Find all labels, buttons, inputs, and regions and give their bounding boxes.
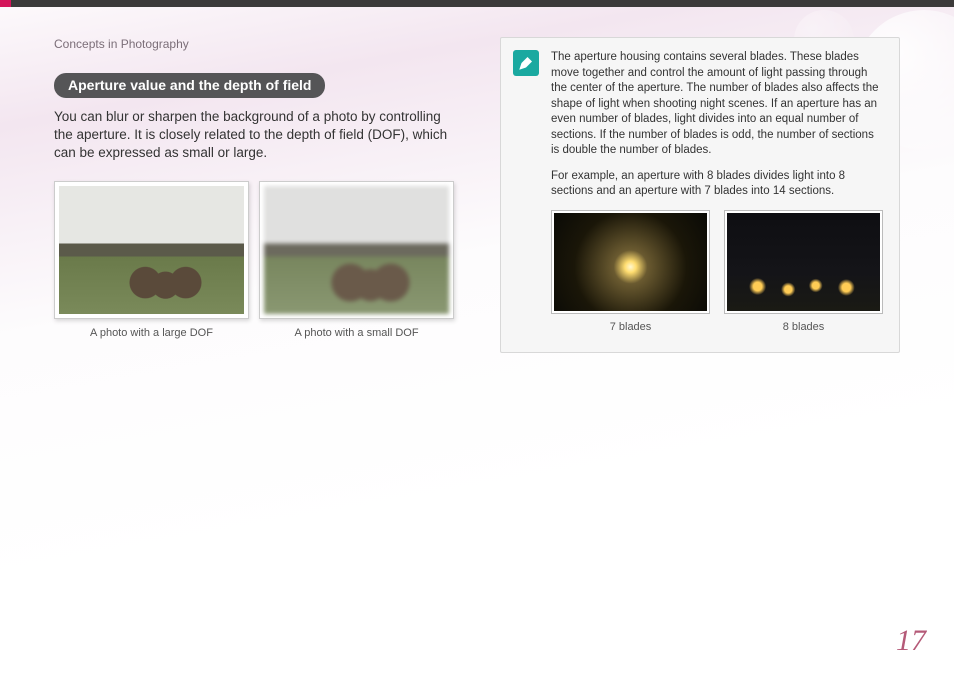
info-paragraph: The aperture housing contains several bl… <box>551 50 883 159</box>
chapter-label: Concepts in Photography <box>54 37 454 51</box>
photo-caption: A photo with a small DOF <box>259 327 454 339</box>
photo-8-blades <box>727 213 880 311</box>
pen-note-icon <box>513 50 539 76</box>
info-paragraph: For example, an aperture with 8 blades d… <box>551 169 883 200</box>
body-paragraph: You can blur or sharpen the background o… <box>54 108 454 163</box>
photo-caption: A photo with a large DOF <box>54 327 249 339</box>
photo-frame <box>551 210 710 314</box>
photo-7-blades <box>554 213 707 311</box>
photo-caption: 7 blades <box>551 320 710 335</box>
top-bar-accent <box>0 0 11 7</box>
photo-caption: 8 blades <box>724 320 883 335</box>
dof-photo-card: A photo with a large DOF <box>54 181 249 339</box>
blade-photo-pair: 7 blades 8 blades <box>551 210 883 335</box>
blade-photo-card: 7 blades <box>551 210 710 335</box>
top-bar <box>0 0 954 7</box>
photo-large-dof <box>59 186 244 314</box>
photo-small-dof <box>264 186 449 314</box>
page-content: Concepts in Photography Aperture value a… <box>0 7 954 353</box>
blade-photo-card: 8 blades <box>724 210 883 335</box>
photo-frame <box>259 181 454 319</box>
photo-frame <box>724 210 883 314</box>
photo-frame <box>54 181 249 319</box>
section-heading: Aperture value and the depth of field <box>54 73 325 98</box>
page-number: 17 <box>896 624 926 658</box>
left-column: Concepts in Photography Aperture value a… <box>54 37 454 353</box>
right-column: The aperture housing contains several bl… <box>500 37 900 353</box>
dof-photo-pair: A photo with a large DOF A photo with a … <box>54 181 454 339</box>
dof-photo-card: A photo with a small DOF <box>259 181 454 339</box>
info-box: The aperture housing contains several bl… <box>500 37 900 353</box>
